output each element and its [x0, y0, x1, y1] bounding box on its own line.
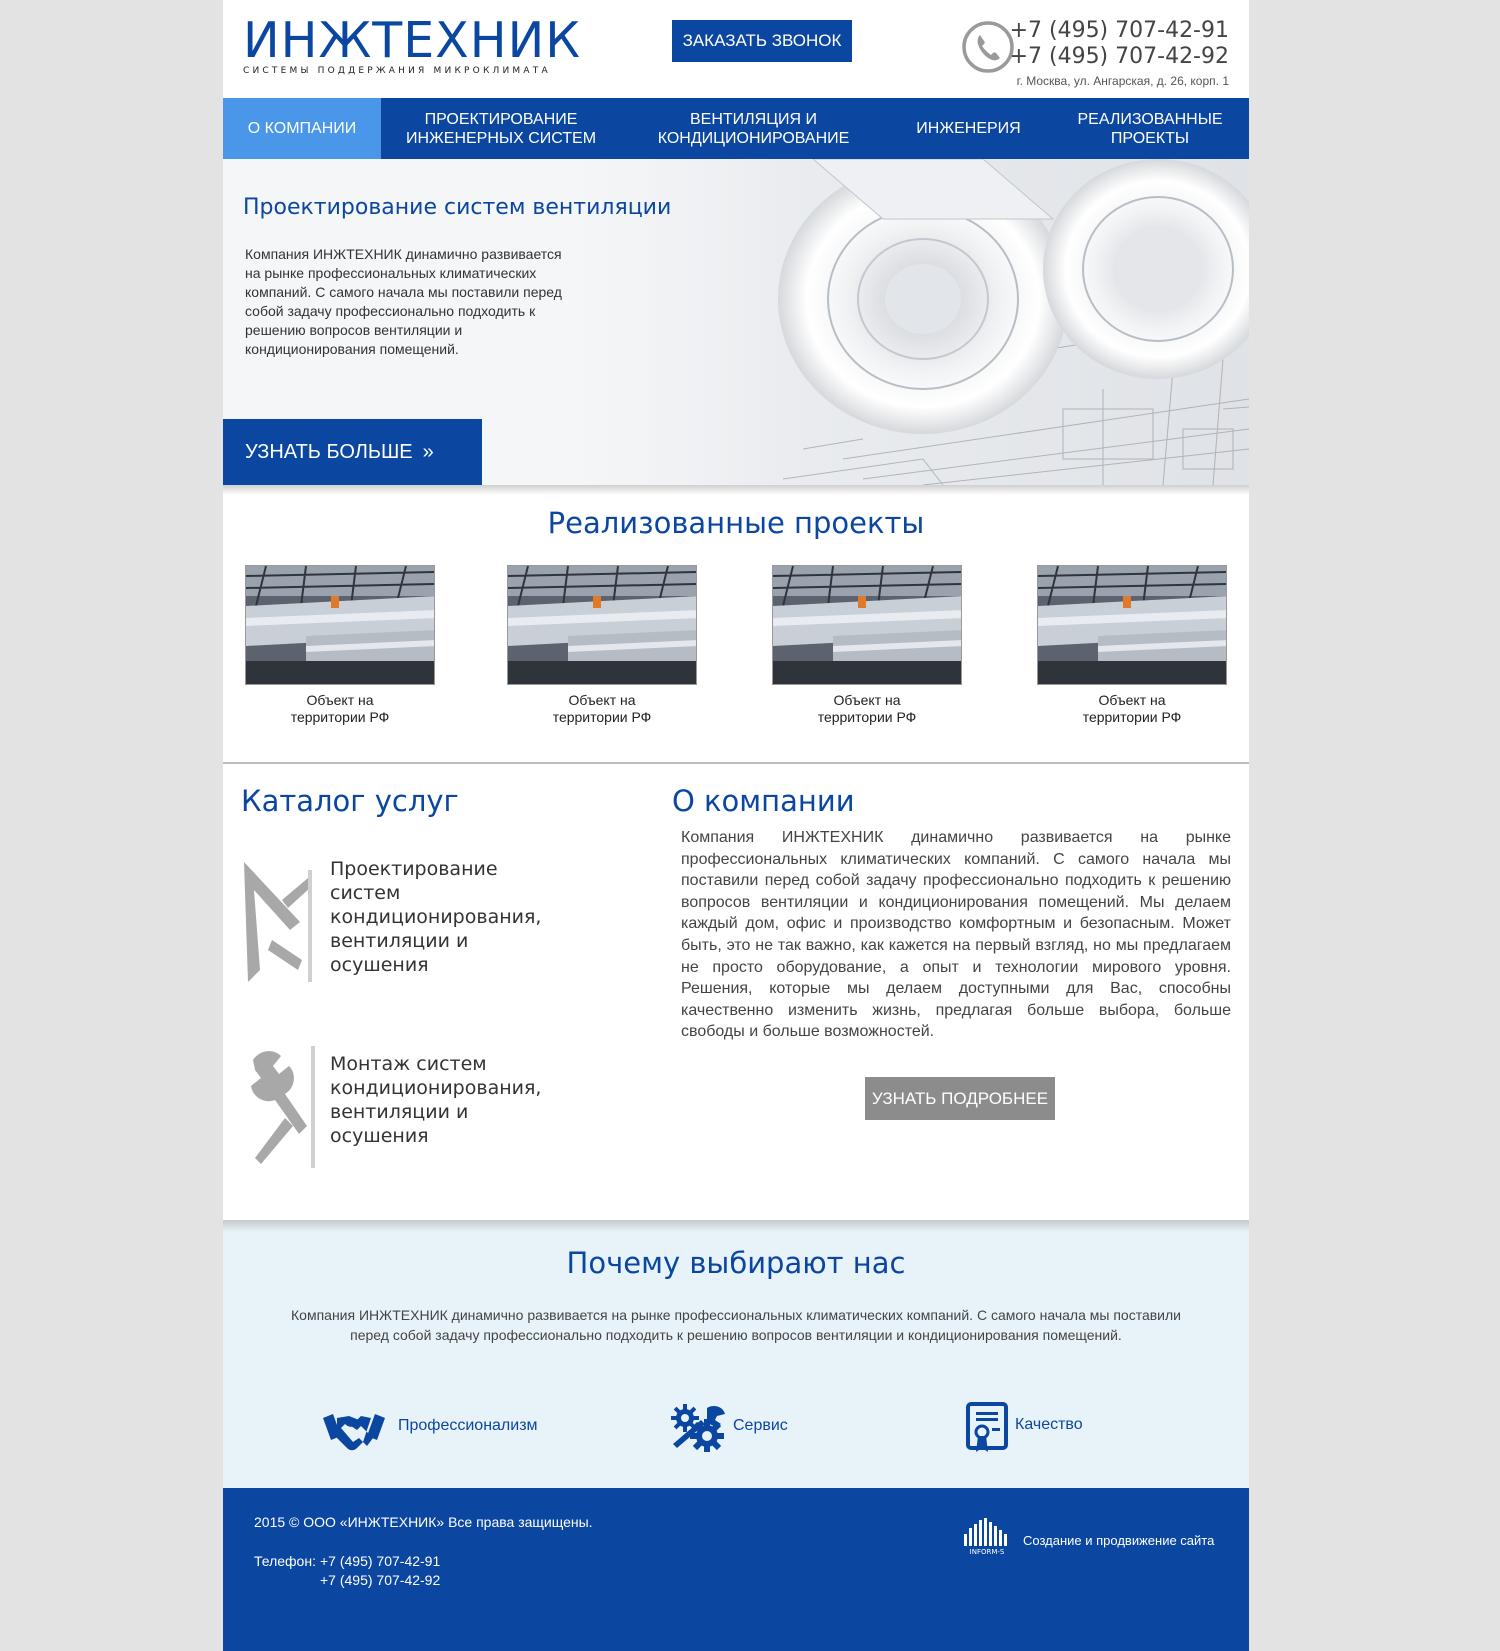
feature-professionalism: Профессионализм	[398, 1417, 538, 1434]
project-card[interactable]: Объект на территории РФ	[245, 565, 435, 726]
nav-item-ventilation[interactable]: ВЕНТИЛЯЦИЯ И КОНДИЦИОНИРОВАНИЕ	[621, 98, 886, 159]
feature-quality: Качество	[1015, 1416, 1083, 1433]
section-divider	[223, 762, 1249, 764]
phone-icon	[962, 21, 1014, 73]
catalog-item-installation[interactable]: Монтаж систем кондиционирования, вентиля…	[330, 1052, 560, 1148]
project-caption: Объект на территории РФ	[1082, 692, 1182, 725]
why-us-shadow	[223, 1220, 1249, 1232]
project-card[interactable]: Объект на территории РФ	[1037, 565, 1227, 726]
footer-copyright: 2015 © ООО «ИНЖТЕХНИК» Все права защищен…	[254, 1514, 593, 1530]
project-card[interactable]: Объект на территории РФ	[772, 565, 962, 726]
catalog-item-design[interactable]: Проектирование систем кондиционирования,…	[330, 857, 560, 977]
projects-title: Реализованные проекты	[547, 506, 925, 540]
callback-button[interactable]: ЗАКАЗАТЬ ЗВОНОК	[672, 20, 852, 62]
nav-item-projects[interactable]: РЕАЛИЗОВАННЫЕ ПРОЕКТЫ	[1051, 98, 1249, 159]
about-title: О компании	[672, 784, 855, 818]
header-phone-1[interactable]: +7 (495) 707-42-91	[1010, 18, 1229, 44]
wrench-screwdriver-icon	[251, 1046, 315, 1168]
double-chevron-icon: »	[422, 440, 434, 463]
hero-text: Компания ИНЖТЕХНИК динамично развивается…	[245, 246, 562, 357]
more-details-button[interactable]: УЗНАТЬ ПОДРОБНЕЕ	[865, 1077, 1055, 1120]
logo[interactable]: ИНЖТЕХНИК СИСТЕМЫ ПОДДЕРЖАНИЯ МИКРОКЛИМА…	[243, 12, 582, 77]
footer-phone-2[interactable]: +7 (495) 707-42-92	[320, 1572, 440, 1588]
catalog-title: Каталог услуг	[241, 784, 459, 818]
nav-item-about[interactable]: О КОМПАНИИ	[223, 98, 381, 159]
project-caption: Объект на территории РФ	[552, 692, 652, 725]
footer-phone-1[interactable]: +7 (495) 707-42-91	[320, 1553, 440, 1569]
compass-ruler-icon	[244, 862, 312, 982]
learn-more-label: УЗНАТЬ БОЛЬШЕ	[245, 440, 413, 463]
page: ИНЖТЕХНИК СИСТЕМЫ ПОДДЕРЖАНИЯ МИКРОКЛИМА…	[223, 0, 1249, 1651]
project-card[interactable]: Объект на территории РФ	[507, 565, 697, 726]
header-phone-2[interactable]: +7 (495) 707-42-92	[1010, 44, 1229, 70]
nav-item-design[interactable]: ПРОЕКТИРОВАНИЕ ИНЖЕНЕРНЫХ СИСТЕМ	[381, 98, 621, 159]
header-address: г. Москва, ул. Ангарская, д. 26, корп. 1	[1016, 74, 1229, 88]
project-thumbnail	[245, 565, 435, 685]
certificate-icon	[966, 1402, 1008, 1452]
nav-item-engineering[interactable]: ИНЖЕНЕРИЯ	[886, 98, 1051, 159]
hero-title: Проектирование систем вентиляции	[243, 195, 672, 220]
project-caption: Объект на территории РФ	[290, 692, 390, 725]
contact-block: +7 (495) 707-42-91 +7 (495) 707-42-92 г.…	[1010, 18, 1229, 88]
hero-banner: Проектирование систем вентиляции Компани…	[223, 159, 1249, 485]
learn-more-button[interactable]: УЗНАТЬ БОЛЬШЕ »	[223, 419, 482, 485]
logo-subtitle: СИСТЕМЫ ПОДДЕРЖАНИЯ МИКРОКЛИМАТА	[243, 66, 551, 76]
main-nav: О КОМПАНИИ ПРОЕКТИРОВАНИЕ ИНЖЕНЕРНЫХ СИС…	[223, 98, 1249, 159]
why-us-text: Компания ИНЖТЕХНИК динамично развивается…	[291, 1307, 1181, 1343]
project-thumbnail	[1037, 565, 1227, 685]
feature-service: Сервис	[733, 1417, 788, 1434]
logo-title: ИНЖТЕХНИК	[243, 12, 582, 69]
project-thumbnail	[507, 565, 697, 685]
footer: 2015 © ООО «ИНЖТЕХНИК» Все права защищен…	[223, 1488, 1249, 1651]
why-us-title: Почему выбирают нас	[566, 1246, 906, 1280]
hero-shadow	[223, 485, 1249, 495]
footer-phone-label: Телефон:	[254, 1553, 316, 1569]
handshake-icon	[323, 1414, 385, 1451]
developer-link[interactable]: Создание и продвижение сайта	[1023, 1533, 1214, 1548]
project-caption: Объект на территории РФ	[817, 692, 917, 725]
about-text: Компания ИНЖТЕХНИК динамично развивается…	[681, 829, 1231, 1041]
inform-s-logo[interactable]: INFORM-S	[962, 1516, 1012, 1556]
project-thumbnail	[772, 565, 962, 685]
gears-wrench-icon	[671, 1404, 725, 1452]
dev-logo-text: INFORM-S	[970, 1548, 1005, 1556]
